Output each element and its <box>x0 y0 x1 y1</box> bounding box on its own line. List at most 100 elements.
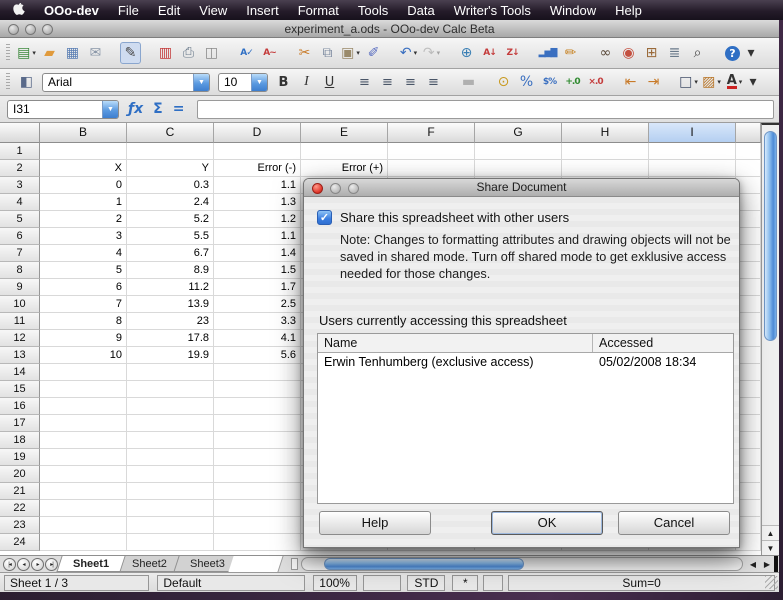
align-center-button[interactable]: ≡ <box>377 71 398 93</box>
status-digital-signature[interactable] <box>483 575 503 591</box>
cell-B20[interactable] <box>40 466 127 483</box>
horizontal-scrollbar[interactable] <box>301 557 743 571</box>
cell-D7[interactable]: 1.4 <box>214 245 301 262</box>
cell-D16[interactable] <box>214 398 301 415</box>
row-header-15[interactable]: 15 <box>0 381 40 398</box>
row-header-23[interactable]: 23 <box>0 517 40 534</box>
navigator-button[interactable]: ◉ <box>618 42 639 64</box>
bold-button[interactable]: B <box>273 71 294 93</box>
cell-C21[interactable] <box>127 483 214 500</box>
scroll-left-icon[interactable]: ◀ <box>746 560 760 569</box>
cell-I1[interactable] <box>649 143 736 160</box>
cell-D9[interactable]: 1.7 <box>214 279 301 296</box>
paste-dropdown-icon[interactable]: ▾ <box>356 49 360 57</box>
new-document-button[interactable]: ▤▾ <box>16 42 37 64</box>
sort-ascending-button[interactable]: A↓ <box>479 42 500 64</box>
row-header-8[interactable]: 8 <box>0 262 40 279</box>
cell-D6[interactable]: 1.1 <box>214 228 301 245</box>
row-header-2[interactable]: 2 <box>0 160 40 177</box>
status-zoom-level[interactable]: 100% <box>313 575 357 591</box>
cell-D23[interactable] <box>214 517 301 534</box>
apple-menu[interactable] <box>12 3 25 17</box>
status-insert-mode[interactable] <box>363 575 402 591</box>
status-page-style[interactable]: Default <box>157 575 304 591</box>
menu-window[interactable]: Window <box>550 3 596 18</box>
save-button[interactable]: ▦ <box>62 42 83 64</box>
font-size-combo[interactable]: 10 ▼ <box>218 73 268 92</box>
cell-D18[interactable] <box>214 432 301 449</box>
align-right-button[interactable]: ≡ <box>400 71 421 93</box>
background-color-button[interactable]: ▨▾ <box>701 71 722 93</box>
name-box[interactable]: I31 ▼ <box>7 100 119 119</box>
cell-C3[interactable]: 0.3 <box>127 177 214 194</box>
cell-D15[interactable] <box>214 381 301 398</box>
sum-icon[interactable]: Σ <box>153 101 163 117</box>
row-header-16[interactable]: 16 <box>0 398 40 415</box>
cell-C14[interactable] <box>127 364 214 381</box>
row-header-7[interactable]: 7 <box>0 245 40 262</box>
cell-C2[interactable]: Y <box>127 160 214 177</box>
ok-button[interactable]: OK <box>491 511 603 535</box>
cell-E2[interactable]: Error (+) <box>301 160 388 177</box>
share-checkbox[interactable]: ✓ <box>317 210 332 225</box>
cell-C4[interactable]: 2.4 <box>127 194 214 211</box>
cell-D1[interactable] <box>214 143 301 160</box>
row-header-4[interactable]: 4 <box>0 194 40 211</box>
cell-C19[interactable] <box>127 449 214 466</box>
cell-B15[interactable] <box>40 381 127 398</box>
cell-C23[interactable] <box>127 517 214 534</box>
column-header-F[interactable]: F <box>388 123 475 143</box>
cell-H1[interactable] <box>562 143 649 160</box>
cell-D24[interactable] <box>214 534 301 551</box>
auto-spellcheck-button[interactable]: A~ <box>259 42 280 64</box>
font-color-button[interactable]: A▾ <box>724 71 745 93</box>
cell-D4[interactable]: 1.3 <box>214 194 301 211</box>
cell-C13[interactable]: 19.9 <box>127 347 214 364</box>
cell-I2[interactable] <box>649 160 736 177</box>
first-sheet-button[interactable]: |◂ <box>3 558 16 571</box>
function-equals-icon[interactable]: = <box>173 101 185 117</box>
font-name-combo[interactable]: Arial ▼ <box>42 73 210 92</box>
send-email-button[interactable]: ✉ <box>85 42 106 64</box>
row-header-17[interactable]: 17 <box>0 415 40 432</box>
cell-C12[interactable]: 17.8 <box>127 330 214 347</box>
dialog-close-button[interactable] <box>312 183 323 194</box>
cell-B9[interactable]: 6 <box>40 279 127 296</box>
cell-B11[interactable]: 8 <box>40 313 127 330</box>
add-decimal-place-button[interactable]: +.0 <box>562 71 583 93</box>
menu-help[interactable]: Help <box>615 3 642 18</box>
status-document-modified[interactable]: * <box>452 575 478 591</box>
row-header-18[interactable]: 18 <box>0 432 40 449</box>
users-table-header-accessed[interactable]: Accessed <box>593 334 659 352</box>
cell-B12[interactable]: 9 <box>40 330 127 347</box>
toolbar-options-button[interactable]: ▾ <box>745 42 757 64</box>
column-header-B[interactable]: B <box>40 123 127 143</box>
horizontal-scrollbar-thumb[interactable] <box>324 558 524 570</box>
row-header-9[interactable]: 9 <box>0 279 40 296</box>
window-minimize-button[interactable] <box>25 24 36 35</box>
insert-chart-button[interactable]: ▂▅▇ <box>537 42 558 64</box>
styles-and-formatting-button[interactable]: ◧ <box>16 71 37 93</box>
cell-B13[interactable]: 10 <box>40 347 127 364</box>
cell-B10[interactable]: 7 <box>40 296 127 313</box>
cell-D14[interactable] <box>214 364 301 381</box>
font-name-dropdown-icon[interactable]: ▼ <box>193 74 209 91</box>
scroll-right-icon[interactable]: ▶ <box>760 560 774 569</box>
row-header-12[interactable]: 12 <box>0 330 40 347</box>
menu-data[interactable]: Data <box>407 3 434 18</box>
menu-format[interactable]: Format <box>298 3 339 18</box>
italic-button[interactable]: I <box>296 71 317 93</box>
vertical-scrollbar-thumb[interactable] <box>764 131 777 341</box>
align-left-button[interactable]: ≡ <box>354 71 375 93</box>
row-header-20[interactable]: 20 <box>0 466 40 483</box>
dialog-title-bar[interactable]: Share Document <box>304 179 739 197</box>
user-row[interactable]: Erwin Tenhumberg (exclusive access)05/02… <box>318 353 733 372</box>
redo-dropdown-icon[interactable]: ▾ <box>437 49 441 57</box>
column-header-I[interactable]: I <box>649 123 736 143</box>
cell-C6[interactable]: 5.5 <box>127 228 214 245</box>
zoom-button[interactable]: ⌕ <box>687 42 708 64</box>
column-header-D[interactable]: D <box>214 123 301 143</box>
cell-H2[interactable] <box>562 160 649 177</box>
row-header-3[interactable]: 3 <box>0 177 40 194</box>
menu-edit[interactable]: Edit <box>158 3 180 18</box>
